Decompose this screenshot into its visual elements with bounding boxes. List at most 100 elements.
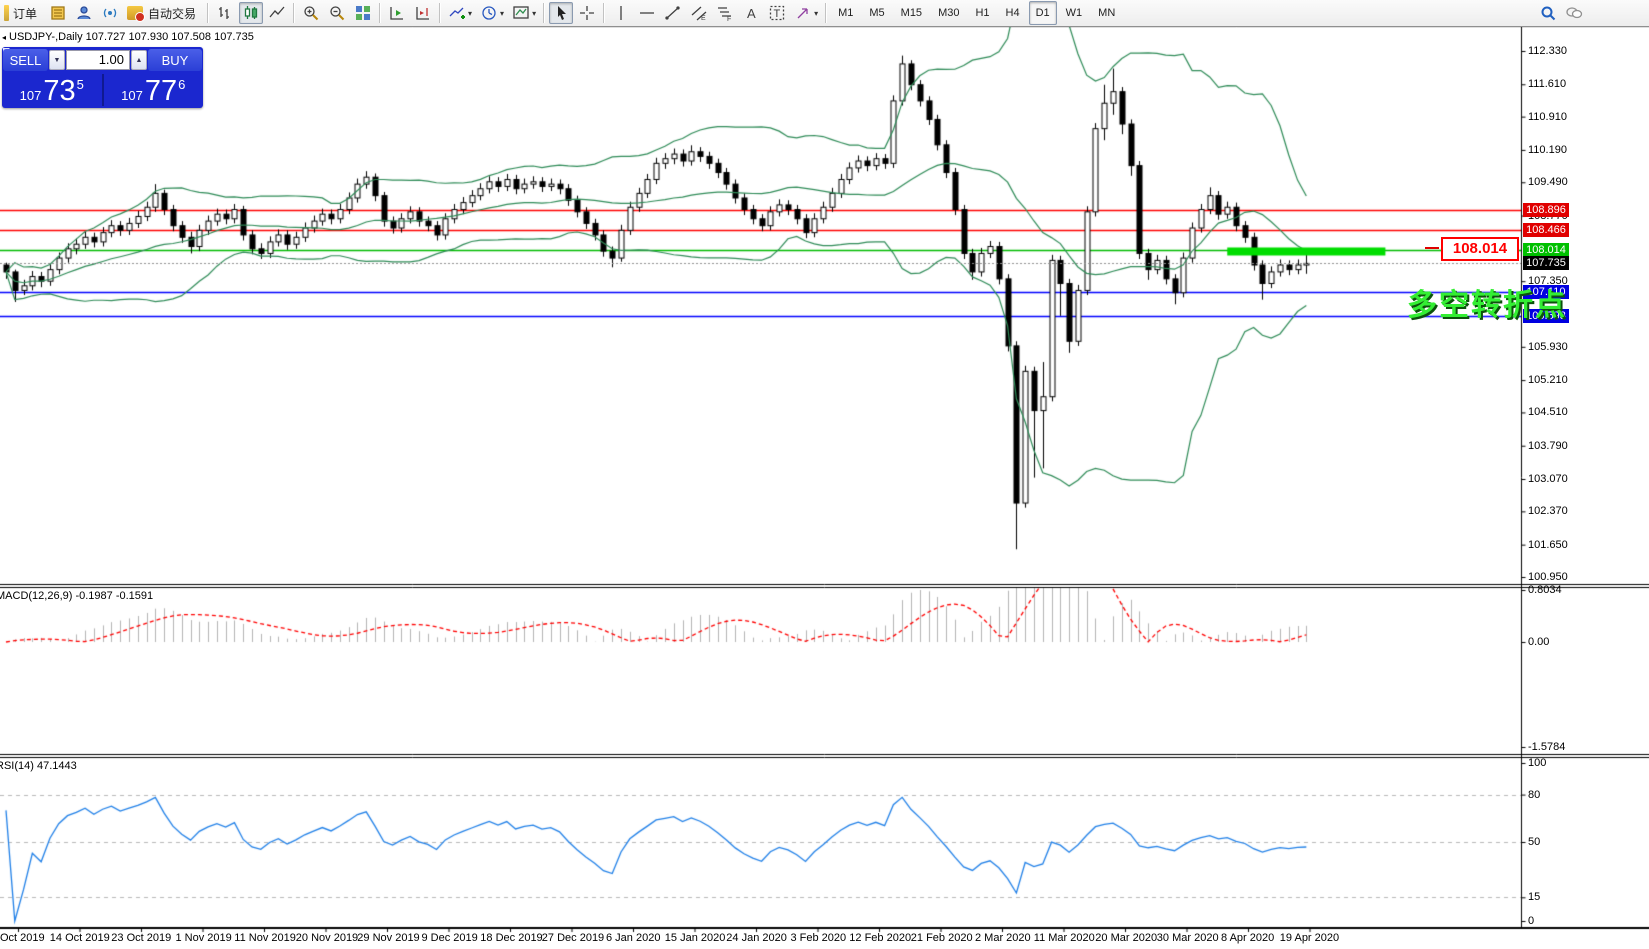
market-watch-icon	[49, 4, 67, 22]
sell-price[interactable]: 107735	[2, 72, 102, 108]
callout-leader-line	[1425, 247, 1439, 249]
price-tick-label: 110.910	[1528, 111, 1567, 123]
timeframe-m15-button[interactable]: M15	[894, 1, 929, 25]
zoom-out-button[interactable]	[325, 2, 349, 24]
buy-button[interactable]: BUY	[148, 49, 202, 71]
price-tick-label: 111.610	[1528, 78, 1566, 90]
autotrading-button[interactable]: 自动交易	[124, 2, 203, 24]
toolbar-separator	[207, 3, 209, 23]
horizontal-line-button[interactable]	[635, 2, 659, 24]
bar-chart-button[interactable]	[213, 2, 237, 24]
toolbar-separator	[379, 3, 381, 23]
cursor-button[interactable]	[549, 2, 573, 24]
price-tick-label: 105.930	[1528, 341, 1568, 353]
date-axis-label: 21 Feb 2020	[911, 932, 973, 944]
price-tick-label: 104.510	[1528, 406, 1568, 418]
rsi-tick-label: 80	[1528, 789, 1540, 801]
arrows-button[interactable]: ▾	[791, 2, 821, 24]
buy-price[interactable]: 107776	[104, 72, 204, 108]
timeframe-m1-button[interactable]: M1	[831, 1, 860, 25]
crosshair-button[interactable]	[575, 2, 599, 24]
date-axis-label: 30 Mar 2020	[1157, 932, 1219, 944]
shift-chart-icon	[414, 4, 432, 22]
timeframe-m5-button[interactable]: M5	[862, 1, 891, 25]
rsi-tick-label: 100	[1528, 757, 1546, 769]
date-axis-label: 20 Nov 2019	[296, 932, 358, 944]
trendline-button[interactable]	[661, 2, 685, 24]
text-icon: A	[742, 4, 760, 22]
search-button[interactable]	[1536, 2, 1560, 24]
date-axis-label: 15 Jan 2020	[665, 932, 726, 944]
rsi-indicator-label: RSI(14) 47.1443	[0, 760, 77, 772]
price-callout-box[interactable]: 108.014	[1441, 237, 1519, 261]
rsi-tick-label: 15	[1528, 891, 1540, 903]
text-label-button[interactable]: T	[765, 2, 789, 24]
tile-windows-button[interactable]	[351, 2, 375, 24]
tile-windows-icon	[354, 4, 372, 22]
vertical-line-button[interactable]	[609, 2, 633, 24]
date-axis-label: 23 Oct 2019	[111, 932, 171, 944]
price-axis-badge: 108.466	[1523, 223, 1569, 237]
shift-chart-button[interactable]	[411, 2, 435, 24]
signal-button[interactable]	[98, 2, 122, 24]
zoom-in-button[interactable]	[299, 2, 323, 24]
dropdown-caret-icon[interactable]: ▾	[532, 9, 536, 18]
timeframe-h1-button[interactable]: H1	[968, 1, 996, 25]
chat-button[interactable]	[1562, 2, 1586, 24]
fibonacci-button[interactable]: F	[713, 2, 737, 24]
zoom-in-icon	[302, 4, 320, 22]
template-button[interactable]: ▾	[509, 2, 539, 24]
date-axis-label: 27 Dec 2019	[542, 932, 604, 944]
channel-button[interactable]: E	[687, 2, 711, 24]
date-axis-label: 1 Nov 2019	[176, 932, 232, 944]
mt4-window: 订单 自动交易 ▾▾▾ EFAT▾ M1M5M15M30H1H4D1W1MN ◂…	[0, 0, 1649, 949]
date-axis-label: 9 Dec 2019	[422, 932, 478, 944]
text-button[interactable]: A	[739, 2, 763, 24]
chart-canvas[interactable]	[0, 0, 1649, 949]
price-tick-label: 100.950	[1528, 571, 1568, 583]
candlestick-chart-button[interactable]	[239, 2, 263, 24]
date-axis-label: 3 Feb 2020	[791, 932, 847, 944]
indicators-button[interactable]: ▾	[445, 2, 475, 24]
periods-button[interactable]: ▾	[477, 2, 507, 24]
line-chart-button[interactable]	[265, 2, 289, 24]
volume-input[interactable]: 1.00	[66, 50, 130, 70]
indicators-icon	[448, 4, 466, 22]
toolbar-separator	[439, 3, 441, 23]
macd-tick-label: -1.5784	[1528, 741, 1565, 753]
text-label-icon: T	[768, 4, 786, 22]
dropdown-caret-icon[interactable]: ▾	[500, 9, 504, 18]
date-axis-label: Oct 2019	[0, 932, 45, 944]
timeframe-mn-button[interactable]: MN	[1091, 1, 1122, 25]
market-watch-button[interactable]	[46, 2, 70, 24]
one-click-trade-panel: SELL ▼ 1.00 ▲ BUY 107735 107776	[2, 47, 203, 108]
auto-scroll-button[interactable]	[385, 2, 409, 24]
price-tick-label: 103.070	[1528, 473, 1568, 485]
annotation-text[interactable]: 多空转折点	[1407, 280, 1567, 324]
periods-icon	[480, 4, 498, 22]
date-axis-label: 8 Apr 2020	[1221, 932, 1274, 944]
profile-button[interactable]	[72, 2, 96, 24]
timeframe-m30-button[interactable]: M30	[931, 1, 966, 25]
timeframe-w1-button[interactable]: W1	[1059, 1, 1090, 25]
timeframe-h4-button[interactable]: H4	[999, 1, 1027, 25]
autotrade-robot-icon	[127, 6, 143, 20]
crosshair-icon	[578, 4, 596, 22]
arrows-icon	[794, 4, 812, 22]
new-order-button[interactable]: 订单	[1, 2, 44, 24]
cursor-icon	[552, 4, 570, 22]
volume-decrease-button[interactable]: ▼	[49, 50, 65, 70]
volume-increase-button[interactable]: ▲	[131, 50, 147, 70]
timeframe-d1-button[interactable]: D1	[1029, 1, 1057, 25]
toolbar-separator	[293, 3, 295, 23]
svg-text:E: E	[701, 15, 706, 22]
rsi-tick-label: 0	[1528, 915, 1534, 927]
dropdown-caret-icon[interactable]: ▾	[468, 9, 472, 18]
price-tick-label: 103.790	[1528, 440, 1568, 452]
dropdown-caret-icon[interactable]: ▾	[814, 9, 818, 18]
sell-button[interactable]: SELL	[3, 49, 48, 71]
line-chart-icon	[268, 4, 286, 22]
auto-scroll-icon	[388, 4, 406, 22]
svg-text:A: A	[747, 6, 756, 21]
date-axis-label: 11 Mar 2020	[1034, 932, 1095, 944]
